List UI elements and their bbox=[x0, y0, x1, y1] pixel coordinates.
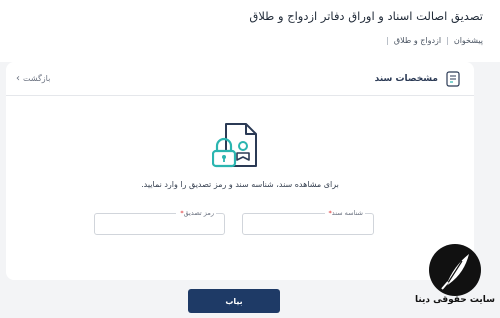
breadcrumb-separator: | bbox=[446, 36, 449, 45]
chevron-right-icon: › bbox=[16, 73, 20, 84]
document-icon bbox=[446, 71, 460, 87]
breadcrumb-item-dashboard[interactable]: پیشخوان bbox=[454, 36, 483, 45]
breadcrumb: پیشخوان | ازدواج و طلاق | bbox=[386, 36, 483, 45]
card-header: مشخصات سند بازگشت › bbox=[6, 62, 474, 96]
document-id-field[interactable]: شناسه سند* bbox=[242, 209, 374, 235]
verification-code-field[interactable]: رمز تصدیق* bbox=[94, 209, 225, 235]
breadcrumb-item-marriage-divorce[interactable]: ازدواج و طلاق bbox=[394, 36, 441, 45]
document-id-input[interactable] bbox=[243, 214, 373, 234]
top-header: تصدیق اصالت اسناد و اوراق دفاتر ازدواج و… bbox=[0, 0, 500, 62]
card-title-group: مشخصات سند bbox=[375, 71, 460, 87]
instruction-text: برای مشاهده سند، شناسه سند و رمز تصدیق ر… bbox=[141, 180, 339, 189]
secure-document-icon bbox=[212, 123, 257, 168]
back-label: بازگشت bbox=[23, 74, 51, 83]
page-title: تصدیق اصالت اسناد و اوراق دفاتر ازدواج و… bbox=[249, 9, 483, 23]
site-watermark: سایت حقوقی دینا bbox=[415, 244, 495, 318]
quill-icon bbox=[441, 254, 469, 290]
watermark-text: سایت حقوقی دینا bbox=[414, 295, 495, 305]
card-title: مشخصات سند bbox=[374, 74, 438, 84]
watermark-logo bbox=[429, 244, 481, 296]
verification-code-input[interactable] bbox=[95, 214, 224, 234]
breadcrumb-separator: | bbox=[386, 36, 389, 45]
find-button[interactable]: بیاب bbox=[188, 289, 280, 313]
back-link[interactable]: بازگشت › bbox=[16, 73, 50, 84]
document-card: مشخصات سند بازگشت › برای مشاهده سند، شنا… bbox=[6, 62, 474, 280]
